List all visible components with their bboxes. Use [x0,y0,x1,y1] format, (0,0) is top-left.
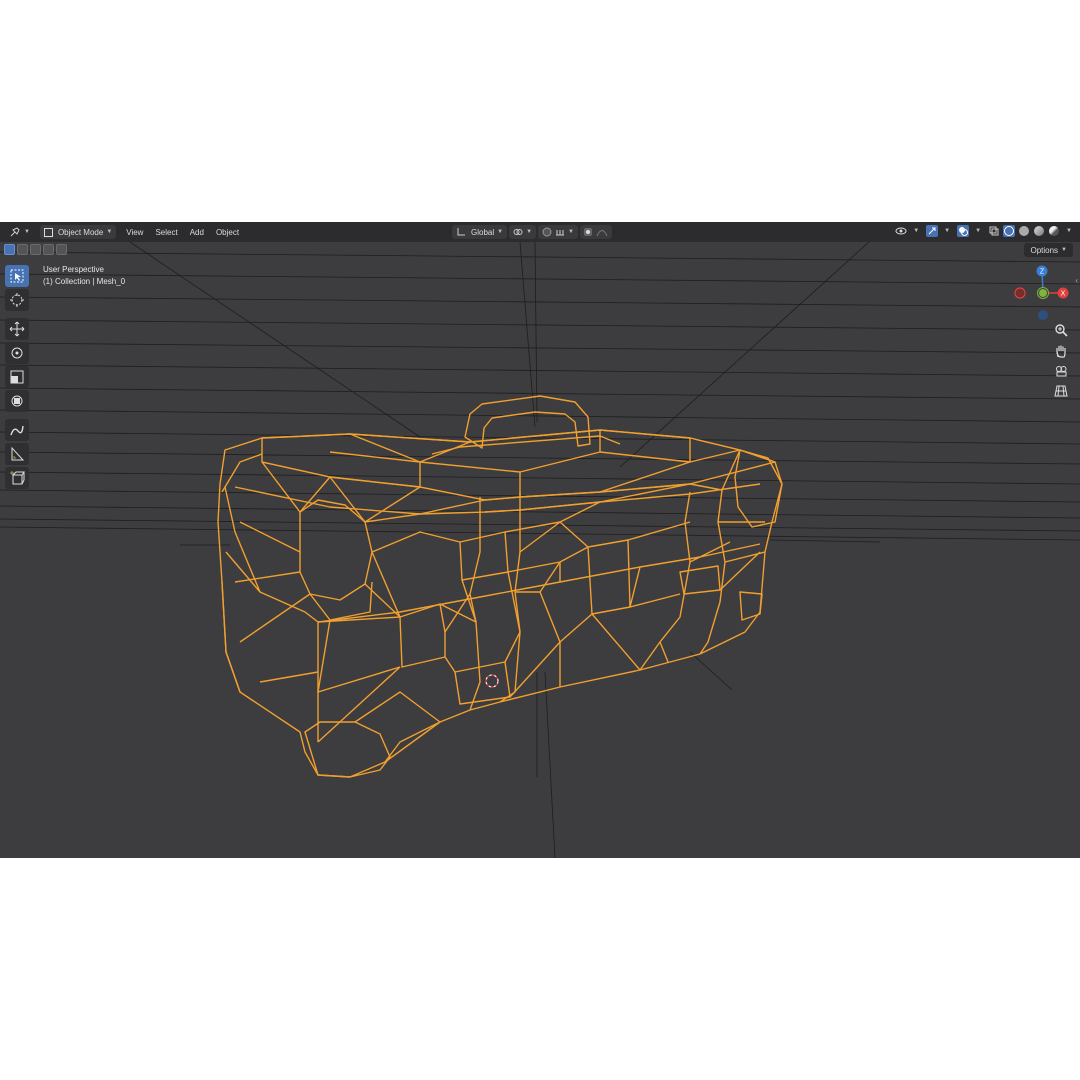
wireframe-shading-button[interactable] [1003,225,1016,237]
cursor-tool[interactable] [5,289,29,311]
tool-shelf [5,265,29,489]
select-subtract-icon[interactable] [30,244,41,255]
chevron-down-icon: ▼ [1061,247,1067,253]
overlays-icon [959,227,969,236]
cursor-icon [10,293,24,307]
object-mode-label: Object Mode [57,227,104,237]
add-cube-icon [10,471,25,485]
snap-toggle[interactable]: ▼ [538,225,578,239]
viewport-header: ▼ Object Mode ▼ View Select Add Object G… [0,222,1080,242]
perspective-label: User Perspective [43,265,104,274]
gizmo-z-label: Z [1040,269,1045,276]
pivot-icon [513,229,523,235]
move-icon [9,321,25,337]
select-box-icon [10,269,24,283]
proportional-edit-icon [583,228,592,236]
scale-icon [10,370,24,384]
zoom-icon [1055,324,1068,337]
pan-button[interactable] [1050,342,1072,360]
material-shading-icon [1034,226,1045,236]
select-intersect-icon[interactable] [56,244,67,255]
chevron-down-icon: ▼ [1066,228,1072,234]
editor-type-icon [10,227,20,237]
chevron-down-icon: ▼ [24,229,30,235]
camera-icon [1056,366,1067,377]
hand-icon [1056,345,1066,358]
annotate-icon [10,425,24,436]
gizmo-toggle[interactable] [926,225,939,237]
rendered-shading-button[interactable] [1048,225,1060,237]
3d-cursor-icon[interactable] [485,674,499,688]
measure-icon [11,446,25,461]
navigation-gizmo[interactable]: Z X Y [1010,262,1074,326]
xray-toggle[interactable] [988,225,1000,237]
editor-type-button[interactable]: ▼ [6,225,34,239]
annotate-tool[interactable] [5,419,29,441]
gizmo-x-label: X [1061,291,1066,298]
axis-icon [457,228,465,236]
projection-toggle-button[interactable] [1050,382,1072,400]
wireframe-shading-icon [1004,226,1015,236]
mesh-wireframe[interactable] [217,395,783,778]
material-shading-button[interactable] [1033,225,1045,237]
transform-tool[interactable] [5,390,29,412]
background-guide-lines [0,231,1080,858]
menu-object[interactable]: Object [210,225,245,239]
selection-mode-buttons [4,244,67,255]
select-difference-icon[interactable] [43,244,54,255]
xray-icon [989,226,999,236]
magnet-icon [542,227,552,237]
options-label: Options [1030,245,1059,255]
proportional-edit-toggle[interactable] [579,225,612,239]
chevron-down-icon: ▼ [526,229,533,235]
visibility-dropdown[interactable] [895,225,907,237]
viewport-info: User Perspective (1) Collection | Mesh_0 [43,264,125,288]
select-new-icon[interactable] [4,244,15,255]
blender-window: ▼ Object Mode ▼ View Select Add Object G… [0,222,1080,858]
snap-target-icon [556,230,565,236]
sidebar-toggle-icon[interactable]: ‹ [1075,276,1078,285]
grid-icon [1054,385,1068,397]
zoom-button[interactable] [1050,321,1072,339]
chevron-down-icon: ▼ [944,228,951,234]
chevron-down-icon: ▼ [106,229,113,235]
measure-tool[interactable] [5,443,29,465]
camera-view-button[interactable] [1050,362,1072,380]
menu-select[interactable]: Select [149,225,183,239]
orientation-label: Global [471,227,495,237]
viewport-right-controls: ▼ ▼ ▼ ▼ [895,225,1072,237]
move-tool[interactable] [5,318,29,340]
transform-orientation-dropdown[interactable]: Global ▼ [452,225,508,239]
solid-shading-button[interactable] [1018,225,1030,237]
rotate-icon [11,347,23,359]
3d-viewport[interactable] [0,222,1080,858]
chevron-down-icon: ▼ [913,228,920,234]
chevron-down-icon: ▼ [975,228,982,234]
rotate-tool[interactable] [5,342,29,364]
gizmo-icon [928,227,936,235]
options-dropdown[interactable]: Options ▼ [1024,243,1073,257]
object-mode-icon [43,227,53,237]
rendered-shading-icon [1049,226,1060,236]
collection-label: (1) Collection | Mesh_0 [43,277,126,286]
eye-icon [895,227,907,235]
select-box-tool[interactable] [5,265,29,287]
chevron-down-icon: ▼ [568,229,574,235]
menu-view[interactable]: View [120,225,149,239]
menu-add[interactable]: Add [184,225,210,239]
transform-icon [11,395,23,407]
solid-shading-icon [1019,226,1030,236]
gizmo-neg-z-axis[interactable] [1038,310,1048,320]
overlays-toggle[interactable] [957,225,970,237]
select-extend-icon[interactable] [17,244,28,255]
chevron-down-icon: ▼ [497,229,504,235]
pivot-point-dropdown[interactable]: ▼ [509,225,537,239]
scale-tool[interactable] [5,366,29,388]
add-cube-tool[interactable] [5,467,29,489]
object-mode-dropdown[interactable]: Object Mode ▼ [39,225,117,239]
falloff-icon [596,230,608,237]
